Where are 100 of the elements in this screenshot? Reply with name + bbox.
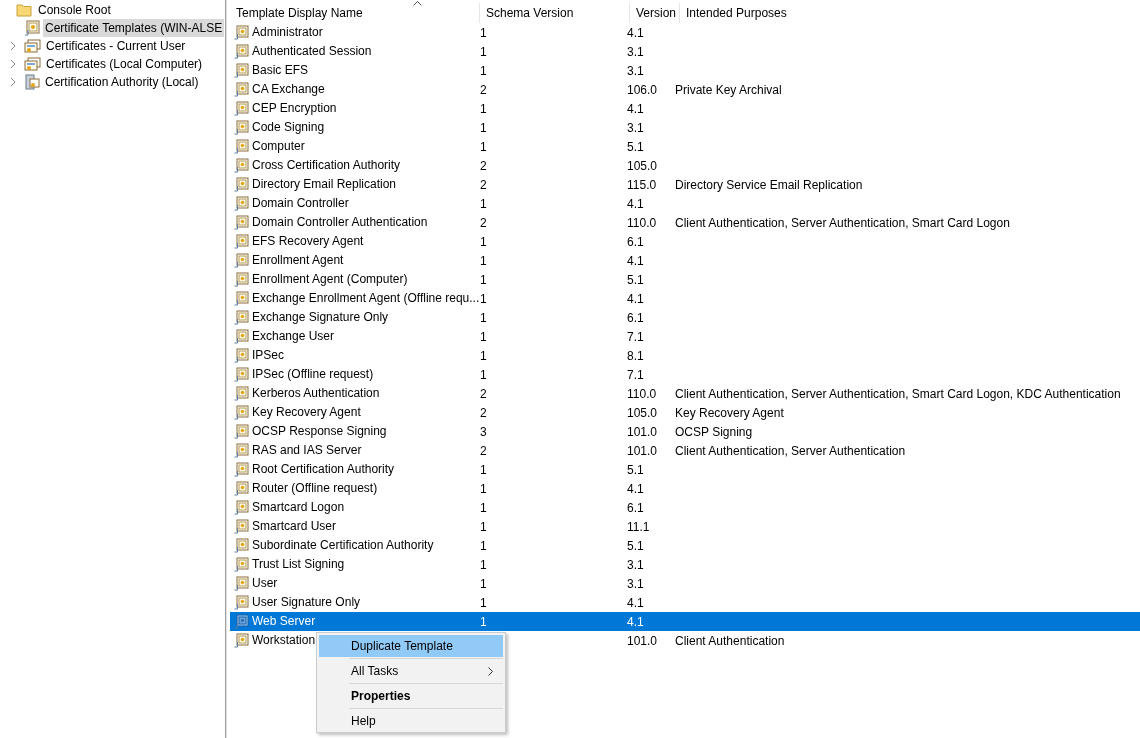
tree-item[interactable]: Certificates - Current User <box>44 37 188 55</box>
version: 3.1 <box>627 557 644 572</box>
version: 4.1 <box>627 291 644 306</box>
folder-icon <box>16 3 32 17</box>
template-name[interactable]: Web Server <box>249 612 316 631</box>
version: 7.1 <box>627 367 644 382</box>
certificate-template-icon <box>234 576 249 591</box>
tree-item[interactable]: Certification Authority (Local) <box>43 73 201 91</box>
template-name[interactable]: CA Exchange <box>249 80 325 99</box>
template-name[interactable]: Key Recovery Agent <box>249 403 361 422</box>
schema-version: 2 <box>480 158 487 173</box>
intended-purposes: OCSP Signing <box>675 424 753 439</box>
schema-version: 1 <box>480 272 487 287</box>
template-name[interactable]: User Signature Only <box>249 593 361 612</box>
column-header[interactable]: Template Display Name <box>230 3 480 23</box>
template-name[interactable]: Exchange Signature Only <box>249 308 389 327</box>
template-name[interactable]: RAS and IAS Server <box>249 441 362 460</box>
version: 4.1 <box>627 253 644 268</box>
certificate-template-icon <box>234 101 249 116</box>
schema-version: 1 <box>480 367 487 382</box>
template-name[interactable]: Directory Email Replication <box>249 175 397 194</box>
template-name[interactable]: Kerberos Authentication <box>249 384 380 403</box>
version: 4.1 <box>627 101 644 116</box>
schema-version: 1 <box>480 481 487 496</box>
certificate-icon <box>24 56 41 72</box>
certificate-template-icon <box>234 158 249 173</box>
tree-item[interactable]: Certificate Templates (WIN-ALSE <box>43 19 225 37</box>
version: 3.1 <box>627 63 644 78</box>
certificate-template-icon <box>234 329 249 344</box>
schema-version: 1 <box>480 348 487 363</box>
template-name[interactable]: Exchange Enrollment Agent (Offline requ... <box>249 289 480 308</box>
selected-row[interactable]: Web Server 1 4.1 <box>230 612 1140 631</box>
template-name[interactable]: Router (Offline request) <box>249 479 378 498</box>
intended-purposes: Client Authentication, Server Authentication, Smart Card Logon, KDC Authentication <box>675 386 1121 401</box>
schema-version: 1 <box>480 310 487 325</box>
template-name[interactable]: Computer <box>249 137 305 156</box>
column-header[interactable]: Schema Version <box>480 3 630 23</box>
certificate-icon <box>24 38 41 54</box>
certificate-template-icon <box>234 120 249 135</box>
menu-item[interactable]: Properties <box>319 685 503 707</box>
schema-version: 1 <box>480 576 487 591</box>
template-name[interactable]: Domain Controller Authentication <box>249 213 428 232</box>
template-name[interactable]: Authenticated Session <box>249 42 372 61</box>
certificate-template-icon <box>234 196 249 211</box>
schema-version: 1 <box>480 25 487 40</box>
template-name[interactable]: Smartcard Logon <box>249 498 345 517</box>
version: 4.1 <box>627 25 644 40</box>
certificate-template-icon <box>234 633 249 648</box>
menu-item[interactable]: Duplicate Template <box>319 635 503 657</box>
template-name[interactable]: User <box>249 574 278 593</box>
template-name[interactable]: Basic EFS <box>249 61 308 80</box>
certificate-template-icon <box>234 44 249 59</box>
version: 101.0 <box>627 443 658 458</box>
column-header[interactable]: Version <box>630 3 680 23</box>
version: 4.1 <box>627 481 644 496</box>
certificate-template-icon <box>234 215 249 230</box>
template-name[interactable]: CEP Encryption <box>249 99 337 118</box>
certificate-template-icon <box>234 557 249 572</box>
certificate-template-icon <box>234 63 249 78</box>
menu-item[interactable]: Help <box>319 710 503 732</box>
template-name[interactable]: Administrator <box>249 23 323 42</box>
version: 5.1 <box>627 538 644 553</box>
schema-version: 1 <box>480 63 487 78</box>
menu-item[interactable]: All Tasks <box>319 660 503 682</box>
intended-purposes: Client Authentication, Server Authentication, Smart Card Logon <box>675 215 1010 230</box>
certificate-template-icon <box>234 367 249 382</box>
schema-version: 1 <box>480 196 487 211</box>
template-name[interactable]: Enrollment Agent <box>249 251 344 270</box>
intended-purposes: Client Authentication, Server Authentication <box>675 443 906 458</box>
template-name[interactable]: Enrollment Agent (Computer) <box>249 270 408 289</box>
template-name[interactable]: Smartcard User <box>249 517 337 536</box>
column-header[interactable]: Intended Purposes <box>680 3 787 23</box>
schema-version: 1 <box>480 329 487 344</box>
certificate-template-icon <box>234 538 249 553</box>
certificate-template-icon <box>234 291 249 306</box>
template-name[interactable]: Domain Controller <box>249 194 349 213</box>
sort-ascending-icon <box>413 1 422 6</box>
template-name[interactable]: IPSec <box>249 346 284 365</box>
template-name[interactable]: Trust List Signing <box>249 555 345 574</box>
version: 4.1 <box>627 614 644 629</box>
template-name[interactable]: Workstation <box>249 631 316 650</box>
template-name[interactable]: Exchange User <box>249 327 335 346</box>
tree-root[interactable]: Console Root <box>36 1 113 19</box>
template-name[interactable]: EFS Recovery Agent <box>249 232 364 251</box>
certificate-template-icon <box>234 405 249 420</box>
schema-version: 1 <box>480 253 487 268</box>
version: 5.1 <box>627 462 644 477</box>
schema-version: 1 <box>480 557 487 572</box>
template-name[interactable]: Subordinate Certification Authority <box>249 536 434 555</box>
template-name[interactable]: IPSec (Offline request) <box>249 365 374 384</box>
template-name[interactable]: Code Signing <box>249 118 325 137</box>
tree-item[interactable]: Certificates (Local Computer) <box>44 55 205 73</box>
intended-purposes: Key Recovery Agent <box>675 405 784 420</box>
template-name[interactable]: Root Certification Authority <box>249 460 395 479</box>
template-name[interactable]: Cross Certification Authority <box>249 156 401 175</box>
certificate-template-icon <box>234 500 249 515</box>
template-name[interactable]: OCSP Response Signing <box>249 422 387 441</box>
intended-purposes: Directory Service Email Replication <box>675 177 863 192</box>
version: 3.1 <box>627 120 644 135</box>
certificate-template-icon <box>234 519 249 534</box>
